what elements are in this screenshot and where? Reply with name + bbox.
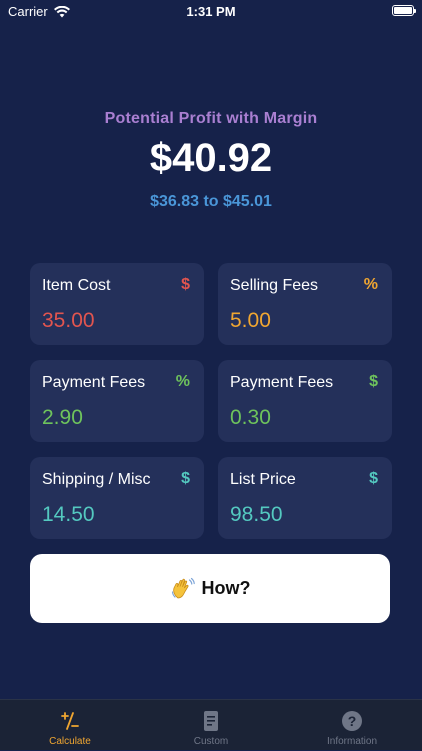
card-value: 98.50 (230, 503, 283, 526)
how-button[interactable]: How? (30, 554, 390, 623)
tab-calculate[interactable]: Calculate (0, 700, 140, 751)
profit-range: $36.83 to $45.01 (150, 193, 272, 210)
card-value: 5.00 (230, 309, 271, 332)
unit-badge: $ (369, 373, 378, 390)
card-label: List Price (230, 471, 296, 488)
card-label: Item Cost (42, 277, 111, 294)
shipping-misc-card[interactable]: Shipping / Misc $ 14.50 (30, 457, 204, 539)
card-value: 0.30 (230, 406, 271, 429)
svg-text:?: ? (348, 713, 357, 729)
tab-information[interactable]: ? Information (282, 700, 422, 751)
document-icon (204, 711, 218, 731)
card-value: 35.00 (42, 309, 95, 332)
tab-label: Information (326, 736, 378, 747)
card-label: Selling Fees (230, 277, 319, 294)
unit-badge: $ (181, 470, 190, 487)
status-time: 1:31 PM (186, 4, 236, 19)
payment-fees-fixed-card[interactable]: Payment Fees $ 0.30 (218, 360, 392, 442)
tab-custom[interactable]: Custom (141, 700, 281, 751)
item-cost-card[interactable]: Item Cost $ 35.00 (30, 263, 204, 345)
unit-badge: % (175, 373, 190, 390)
card-label: Payment Fees (230, 374, 334, 391)
tab-label: Calculate (49, 736, 91, 747)
payment-fees-percent-card[interactable]: Payment Fees % 2.90 (30, 360, 204, 442)
profit-value: $40.92 (149, 136, 273, 180)
tab-bar: Calculate Custom ? Information (0, 699, 422, 750)
card-label: Payment Fees (42, 374, 146, 391)
card-label: Shipping / Misc (42, 471, 151, 488)
profit-label: Potential Profit with Margin (104, 110, 318, 127)
status-bar: Carrier 1:31 PM (0, 0, 422, 24)
battery-icon (392, 5, 416, 16)
unit-badge: $ (369, 470, 378, 487)
unit-badge: $ (181, 276, 190, 293)
card-value: 2.90 (42, 406, 83, 429)
list-price-card[interactable]: List Price $ 98.50 (218, 457, 392, 539)
how-button-label: How? (201, 578, 251, 598)
unit-badge: % (363, 276, 378, 293)
card-value: 14.50 (42, 503, 95, 526)
question-icon: ? (342, 711, 362, 731)
plus-minus-icon (61, 712, 79, 730)
selling-fees-card[interactable]: Selling Fees % 5.00 (218, 263, 392, 345)
tab-label: Custom (193, 736, 229, 747)
waving-hand-icon (171, 577, 195, 598)
